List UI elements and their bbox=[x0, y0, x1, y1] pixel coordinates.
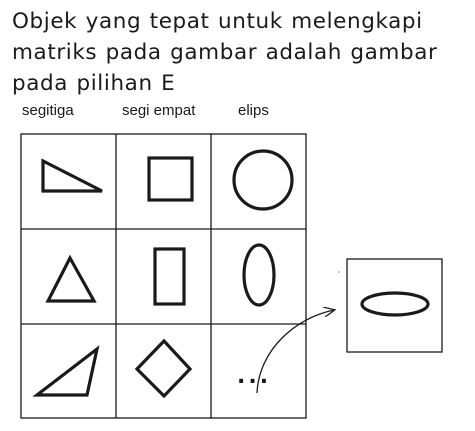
stray-dot bbox=[338, 271, 340, 273]
tall-ellipse-icon bbox=[242, 243, 276, 307]
circle-icon bbox=[232, 149, 294, 211]
flat-ellipse-icon bbox=[360, 291, 430, 317]
scalene-triangle-icon bbox=[32, 345, 100, 397]
tall-rectangle-icon bbox=[153, 247, 186, 306]
isosceles-triangle-icon bbox=[45, 254, 97, 303]
missing-cell-dots: ... bbox=[237, 364, 271, 389]
diamond-icon bbox=[134, 338, 193, 399]
right-triangle-icon bbox=[41, 158, 103, 193]
square-icon bbox=[147, 156, 194, 202]
matrix-figure: ... bbox=[20, 133, 443, 419]
